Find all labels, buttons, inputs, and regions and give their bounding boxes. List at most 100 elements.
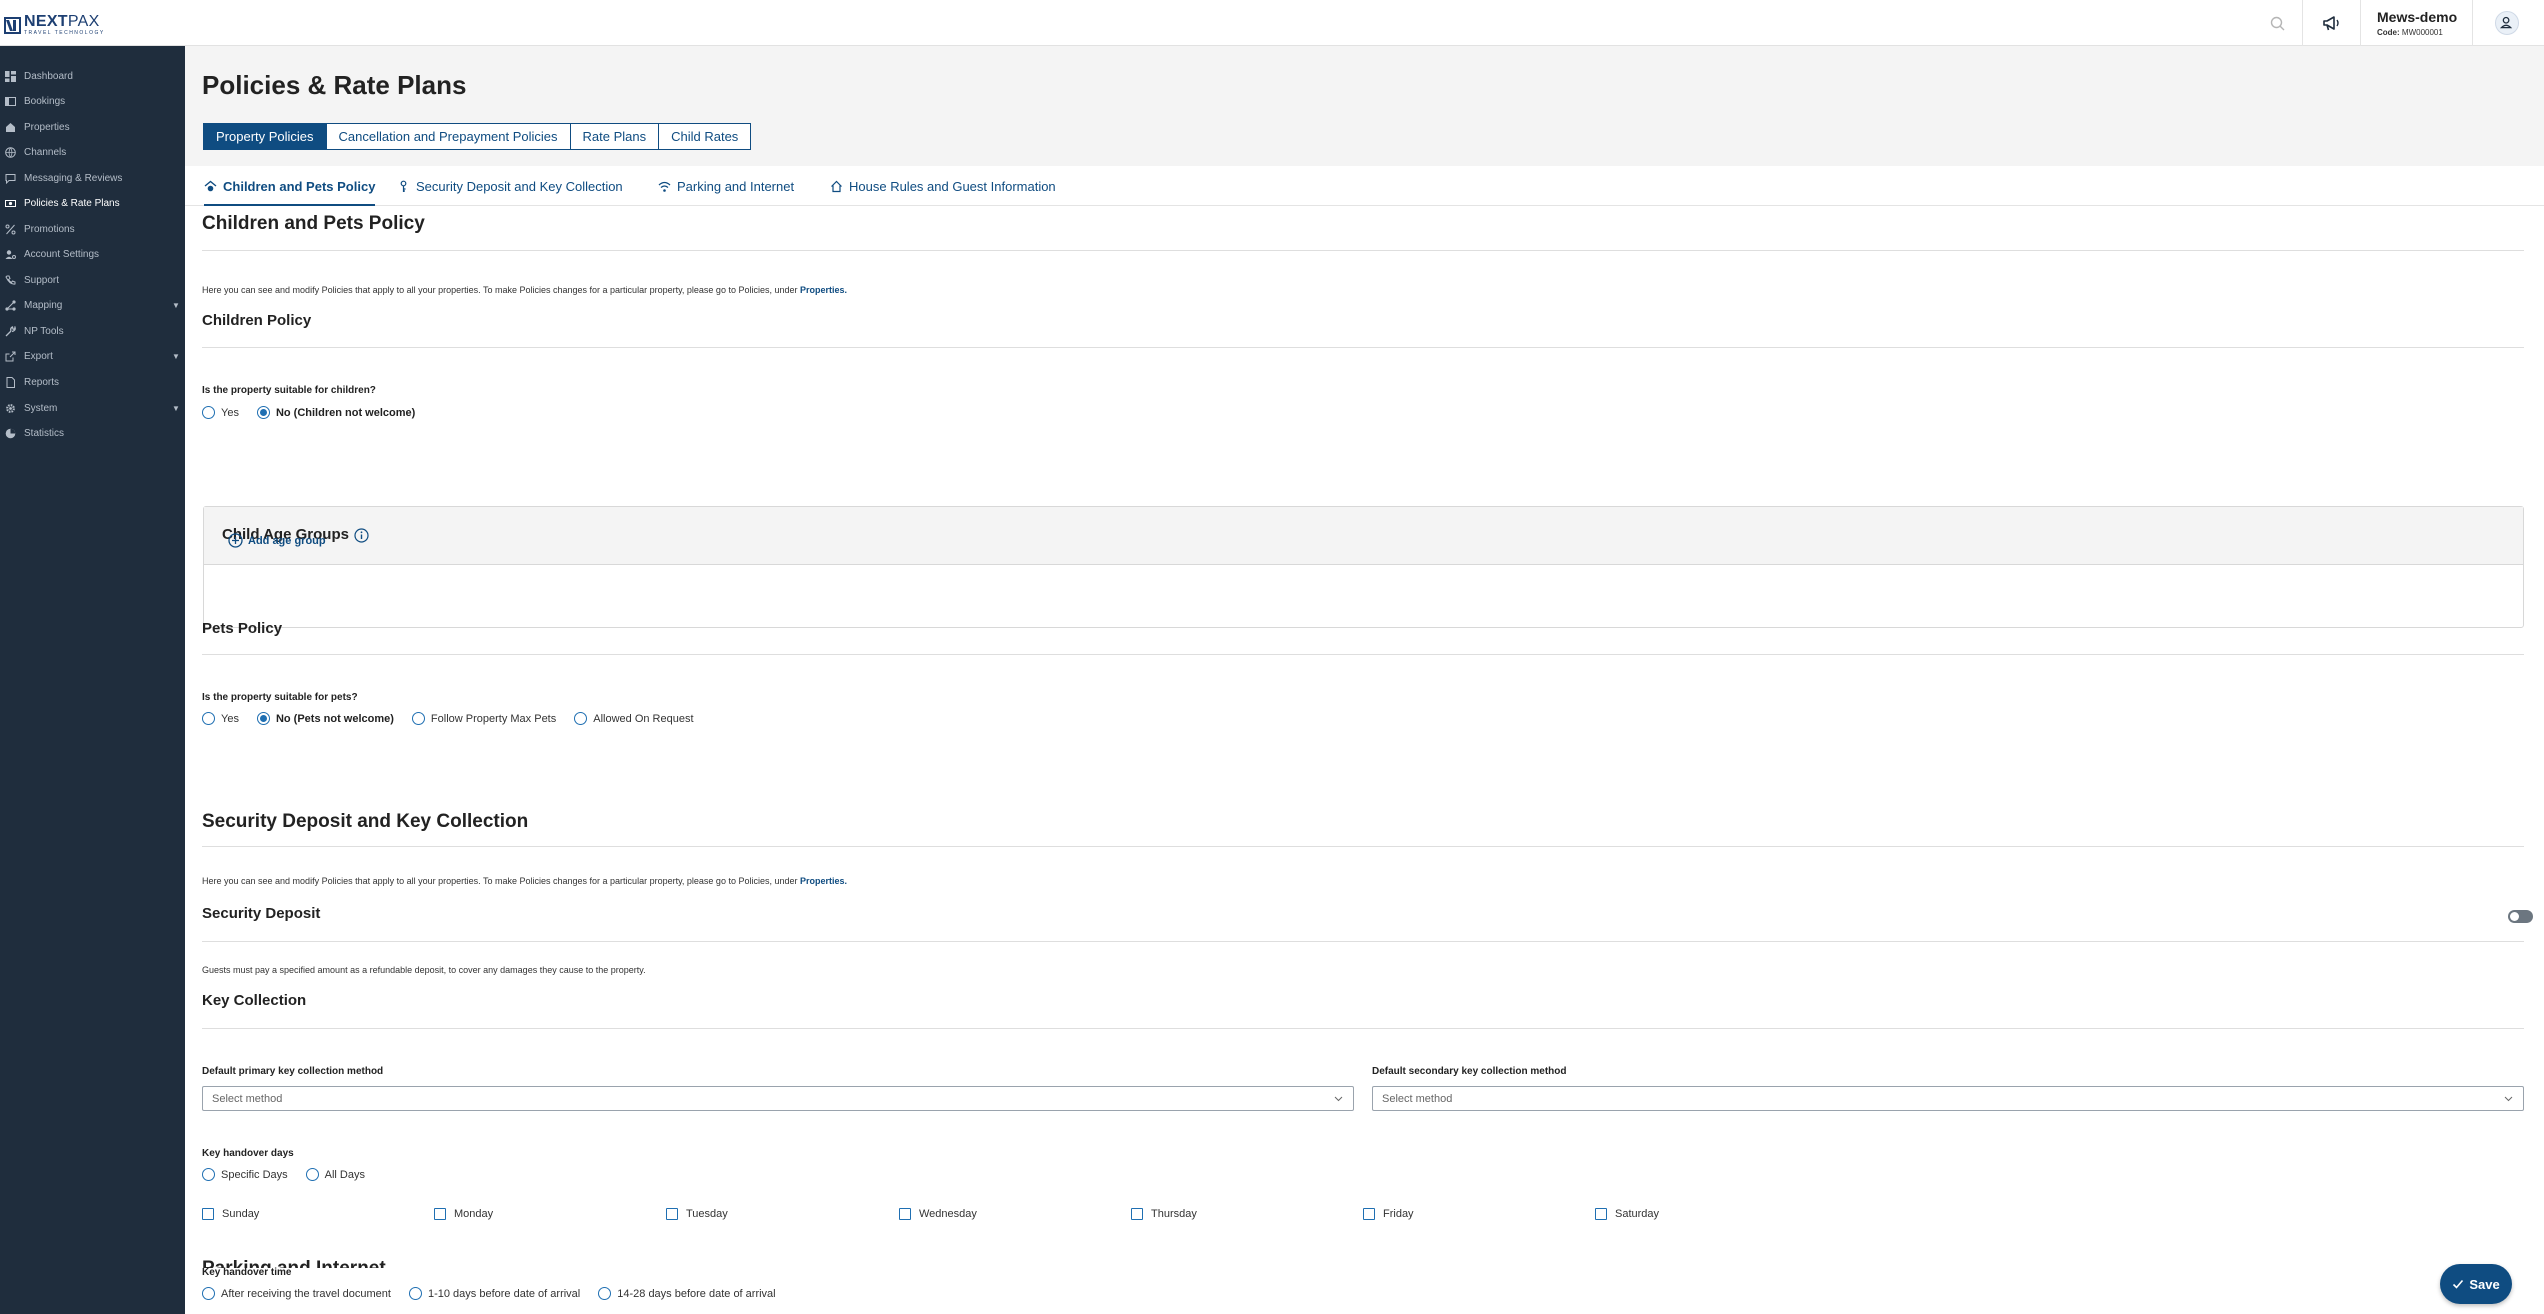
all-days-radio[interactable]: All Days: [305, 1168, 365, 1181]
checkmark-icon: [2453, 1279, 2464, 1289]
divider: [202, 250, 2524, 251]
sidebar-item-dashboard[interactable]: Dashboard: [0, 66, 185, 86]
sidebar-item-statistics[interactable]: Statistics: [0, 423, 185, 443]
chevron-down-icon: ▼: [172, 351, 180, 361]
secondary-method-select[interactable]: Select method: [1372, 1086, 2524, 1111]
security-deposit-description: Guests must pay a specified amount as a …: [202, 965, 646, 975]
bookings-icon: [5, 96, 16, 106]
handover-time-radio-group: After receiving the travel document 1-10…: [202, 1287, 794, 1300]
account-settings-icon: [5, 249, 16, 259]
children-pets-note: Here you can see and modify Policies tha…: [202, 285, 848, 295]
parking-internet-title: Parking and Internet: [202, 1258, 386, 1268]
tab-property-policies[interactable]: Property Policies: [204, 124, 327, 149]
policy-tabs: Property Policies Cancellation and Prepa…: [203, 123, 752, 150]
top-bar: NEXTPAX TRAVEL TECHNOLOGY Mews-demo Code…: [0, 0, 2544, 46]
divider: [202, 846, 2524, 847]
handover-days-label: Key handover days: [202, 1148, 294, 1159]
search-icon[interactable]: [2268, 14, 2288, 34]
children-yes-radio[interactable]: Yes: [202, 406, 239, 419]
primary-method-select[interactable]: Select method: [202, 1086, 1354, 1111]
sidebar-item-promotions[interactable]: Promotions: [0, 219, 185, 239]
chat-icon: [5, 173, 16, 184]
pets-question: Is the property suitable for pets?: [202, 692, 358, 703]
user-avatar-button[interactable]: [2495, 11, 2519, 35]
info-icon[interactable]: [354, 528, 369, 543]
day-checkbox-thursday[interactable]: Thursday: [1131, 1208, 1197, 1220]
subtab-security-key[interactable]: Security Deposit and Key Collection: [397, 166, 623, 206]
divider: [202, 654, 2524, 655]
properties-link[interactable]: Properties.: [800, 285, 847, 295]
tab-child-rates[interactable]: Child Rates: [659, 124, 751, 149]
day-checkbox-wednesday[interactable]: Wednesday: [899, 1208, 977, 1220]
dashboard-icon: [5, 70, 16, 82]
specific-days-radio[interactable]: Specific Days: [202, 1168, 288, 1181]
subtab-children-pets[interactable]: Children and Pets Policy: [204, 166, 376, 206]
sidebar-item-messaging[interactable]: Messaging & Reviews: [0, 168, 185, 188]
after-travel-document-radio[interactable]: After receiving the travel document: [202, 1287, 391, 1300]
children-no-radio[interactable]: No (Children not welcome): [256, 406, 415, 419]
security-key-title: Security Deposit and Key Collection: [202, 811, 529, 832]
house-icon: [831, 180, 842, 192]
pets-yes-radio[interactable]: Yes: [202, 712, 239, 725]
pets-no-radio[interactable]: No (Pets not welcome): [256, 712, 394, 725]
sidebar-item-properties[interactable]: Properties: [0, 117, 185, 137]
chevron-down-icon: ▼: [172, 403, 180, 413]
day-checkbox-saturday[interactable]: Saturday: [1595, 1208, 1659, 1220]
sidebar-item-policies[interactable]: Policies & Rate Plans: [0, 193, 185, 213]
gear-icon: [6, 403, 15, 413]
security-key-note: Here you can see and modify Policies tha…: [202, 876, 848, 886]
main-content: Policies & Rate Plans Property Policies …: [185, 46, 2544, 1314]
pets-follow-max-radio[interactable]: Follow Property Max Pets: [411, 712, 556, 725]
secondary-method-label: Default secondary key collection method: [1372, 1066, 1567, 1077]
chevron-down-icon: [2504, 1096, 2513, 1102]
sidebar-item-export[interactable]: Export ▼: [0, 346, 185, 366]
percent-icon: [5, 224, 16, 234]
children-policy-title: Children Policy: [202, 312, 312, 329]
day-checkbox-tuesday[interactable]: Tuesday: [666, 1208, 728, 1220]
pets-on-request-radio[interactable]: Allowed On Request: [574, 712, 694, 725]
sidebar: Dashboard Bookings Properties Channels M…: [0, 46, 185, 1314]
export-icon: [5, 351, 16, 361]
subtab-house-rules[interactable]: House Rules and Guest Information: [830, 166, 1056, 206]
top-divider: [2360, 0, 2361, 46]
globe-icon: [5, 146, 16, 158]
sidebar-item-reports[interactable]: Reports: [0, 372, 185, 392]
nextpax-logo[interactable]: NEXTPAX TRAVEL TECHNOLOGY: [4, 14, 105, 36]
megaphone-icon[interactable]: [2320, 12, 2342, 34]
sidebar-item-system[interactable]: System ▼: [0, 398, 185, 418]
subtab-parking-internet[interactable]: Parking and Internet: [658, 166, 794, 206]
chevron-down-icon: ▼: [172, 300, 180, 310]
handover-time-label: Key handover time: [202, 1267, 292, 1278]
save-button[interactable]: Save: [2440, 1264, 2512, 1304]
sidebar-item-mapping[interactable]: Mapping ▼: [0, 295, 185, 315]
one-to-ten-days-radio[interactable]: 1-10 days before date of arrival: [408, 1287, 580, 1300]
top-divider: [2302, 0, 2303, 46]
day-checkbox-friday[interactable]: Friday: [1363, 1208, 1414, 1220]
wrench-icon: [5, 325, 16, 336]
children-radio-group: Yes No (Children not welcome): [202, 406, 433, 419]
logo-tagline: TRAVEL TECHNOLOGY: [24, 30, 105, 36]
security-deposit-toggle[interactable]: [2508, 910, 2533, 923]
children-question: Is the property suitable for children?: [202, 385, 376, 396]
fourteen-to-twentyeight-days-radio[interactable]: 14-28 days before date of arrival: [598, 1287, 776, 1300]
sidebar-item-support[interactable]: Support: [0, 270, 185, 290]
tab-cancellation-prepayment[interactable]: Cancellation and Prepayment Policies: [326, 124, 571, 149]
mapping-icon: [5, 299, 16, 311]
money-icon: [5, 199, 16, 207]
phone-icon: [5, 275, 16, 285]
day-checkbox-sunday[interactable]: Sunday: [202, 1208, 259, 1220]
add-age-group-button[interactable]: Add age group: [228, 533, 326, 548]
tab-rate-plans[interactable]: Rate Plans: [570, 124, 660, 149]
sidebar-item-account-settings[interactable]: Account Settings: [0, 244, 185, 264]
sidebar-item-np-tools[interactable]: NP Tools: [0, 321, 185, 341]
pets-radio-group: Yes No (Pets not welcome) Follow Propert…: [202, 712, 712, 725]
sidebar-item-channels[interactable]: Channels: [0, 142, 185, 162]
logo-mark-icon: [4, 16, 21, 34]
security-deposit-title: Security Deposit: [202, 905, 321, 922]
account-info[interactable]: Mews-demo Code: MW000001: [2377, 9, 2457, 37]
report-icon: [6, 376, 15, 388]
properties-link[interactable]: Properties.: [800, 876, 847, 886]
children-pets-title: Children and Pets Policy: [202, 213, 425, 234]
day-checkbox-monday[interactable]: Monday: [434, 1208, 493, 1220]
sidebar-item-bookings[interactable]: Bookings: [0, 91, 185, 111]
